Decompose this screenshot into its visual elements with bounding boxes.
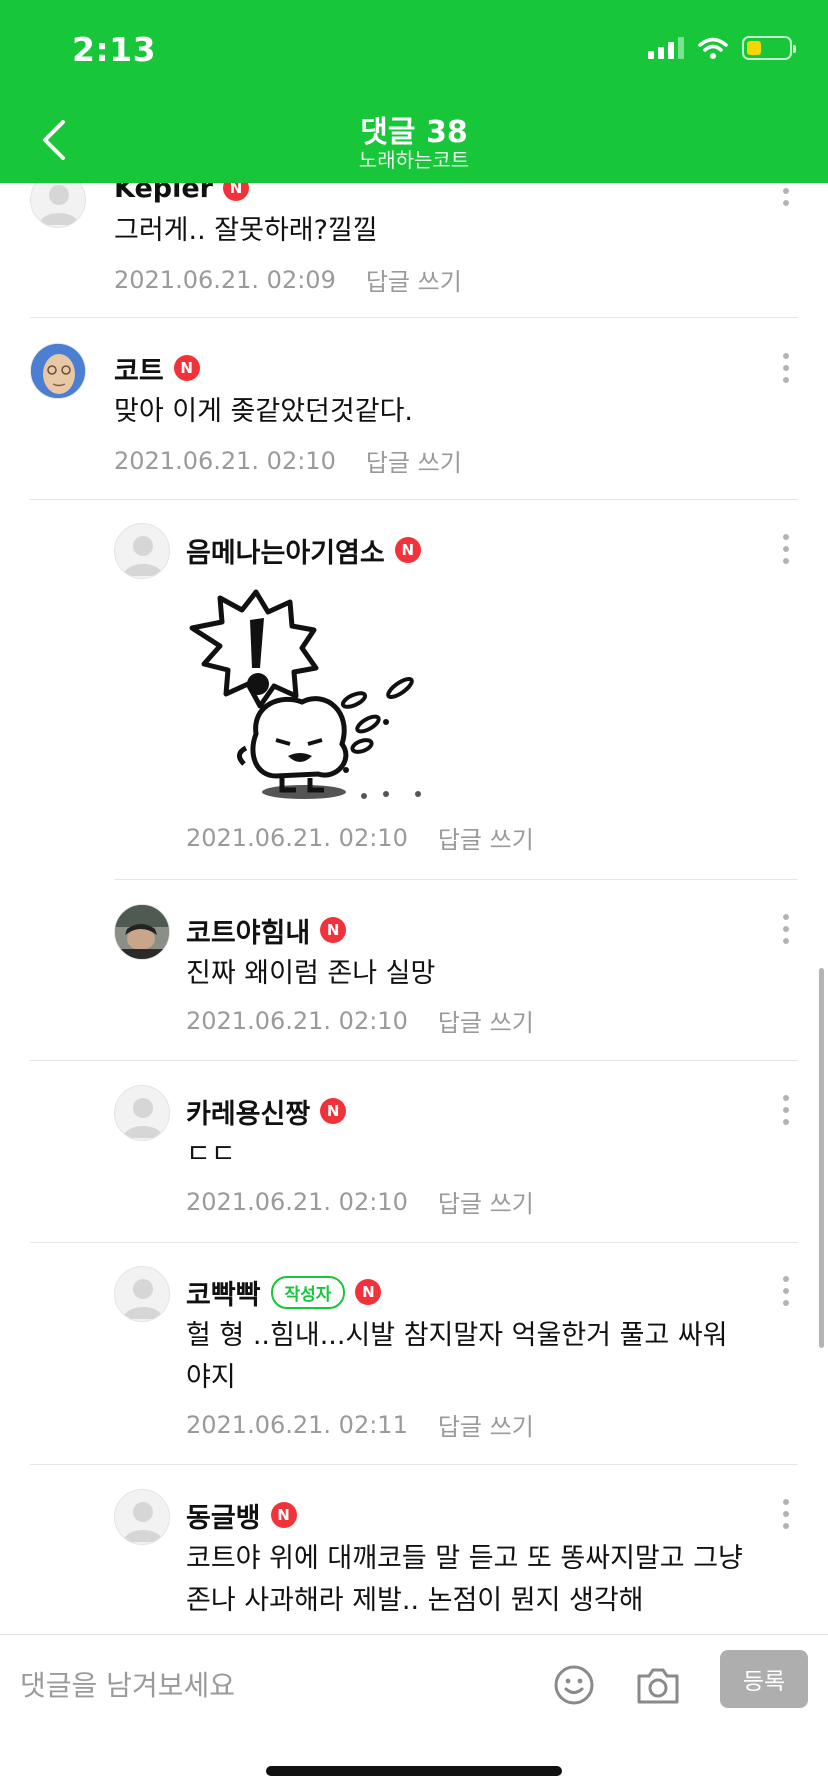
emoji-button[interactable] [546, 1657, 602, 1713]
comment-date: 2021.06.21. 02:10 [186, 1006, 408, 1035]
reply-button[interactable]: 답글 쓰기 [438, 820, 534, 855]
default-avatar-icon [123, 1098, 163, 1138]
writer-badge: 작성자 [270, 1275, 346, 1309]
comment-meta: 2021.06.21. 02:10 답글 쓰기 [186, 1184, 534, 1219]
status-icons [648, 36, 796, 60]
comment-text-line: 야지 [186, 1362, 236, 1393]
comment-date: 2021.06.21. 02:11 [186, 1410, 408, 1439]
comment-meta: 2021.06.21. 02:11 답글 쓰기 [186, 1407, 534, 1442]
avatar[interactable] [114, 1085, 170, 1141]
comment-meta: 2021.06.21. 02:10 답글 쓰기 [186, 820, 534, 855]
naver-badge: N [320, 917, 347, 943]
naver-badge: N [320, 1098, 347, 1124]
status-time: 2:13 [72, 30, 157, 69]
author-name[interactable]: 카레용신짱 [186, 1092, 310, 1131]
avatar[interactable] [114, 1266, 170, 1322]
sticker-image[interactable] [186, 584, 446, 806]
camera-icon [637, 1668, 679, 1704]
default-avatar-icon [123, 1279, 163, 1319]
reply-button[interactable]: 답글 쓰기 [366, 443, 462, 478]
divider [114, 879, 798, 880]
camera-button[interactable] [630, 1657, 686, 1713]
comment-text: 그러게.. 잘못하래?낄낄 [114, 215, 378, 246]
comment-input[interactable] [20, 1659, 520, 1711]
avatar[interactable] [114, 904, 170, 960]
comment-list[interactable]: Kepler N 그러게.. 잘못하래?낄낄 2021.06.21. 02:09… [0, 0, 828, 1634]
more-icon[interactable] [778, 1091, 794, 1129]
reply-button[interactable]: 답글 쓰기 [438, 1407, 534, 1442]
more-icon[interactable] [778, 1495, 794, 1533]
reply-button[interactable]: 답글 쓰기 [438, 1184, 534, 1219]
wifi-icon [698, 37, 728, 59]
naver-badge: N [173, 355, 200, 381]
profile-photo-icon [31, 344, 85, 398]
reply-button[interactable]: 답글 쓰기 [438, 1003, 534, 1038]
author-name[interactable]: 동글뱅 [186, 1496, 261, 1535]
author-row: 코빡빡 작성자 N [186, 1273, 382, 1312]
page-subtitle: 노래하는코트 [358, 148, 470, 172]
default-avatar-icon [123, 536, 163, 576]
profile-photo-icon [115, 905, 169, 959]
naver-badge: N [355, 1279, 382, 1305]
divider [30, 1060, 798, 1061]
top-header: 2:13 댓글 38 노래하는코트 [0, 0, 828, 183]
divider [30, 1464, 798, 1465]
more-icon[interactable] [778, 1272, 794, 1310]
author-name[interactable]: 코트야힘내 [186, 911, 310, 950]
comment-text-line: 헐 형 ..힘내...시발 참지말자 억울한거 풀고 싸워 [186, 1320, 728, 1351]
comment-date: 2021.06.21. 02:10 [186, 823, 408, 852]
comment-meta: 2021.06.21. 02:10 답글 쓰기 [114, 443, 462, 478]
naver-badge: N [270, 1502, 297, 1528]
author-name[interactable]: 코빡빡 [186, 1273, 261, 1312]
avatar[interactable] [114, 523, 170, 579]
more-icon[interactable] [778, 349, 794, 387]
comment-text-line: 존나 사과해라 제발.. 논점이 뭔지 생각해 [186, 1585, 644, 1616]
author-row: 코트 N [114, 349, 200, 388]
divider [30, 499, 798, 500]
comment-text: 진짜 왜이럼 존나 실망 [186, 958, 436, 989]
default-avatar-icon [123, 1502, 163, 1542]
author-row: 코트야힘내 N [186, 911, 347, 950]
home-indicator[interactable] [266, 1766, 562, 1776]
more-icon[interactable] [778, 910, 794, 948]
avatar[interactable] [114, 1489, 170, 1545]
author-row: 음메나는아기염소 N [186, 531, 421, 570]
comment-date: 2021.06.21. 02:10 [186, 1187, 408, 1216]
author-row: 동글뱅 N [186, 1496, 297, 1535]
divider [30, 317, 798, 318]
signal-icon [648, 37, 684, 59]
comment-date: 2021.06.21. 02:10 [114, 446, 336, 475]
comment-date: 2021.06.21. 02:09 [114, 265, 336, 294]
divider [30, 1242, 798, 1243]
emoji-icon [554, 1665, 594, 1705]
scrollbar[interactable] [819, 968, 824, 1348]
submit-button[interactable]: 등록 [720, 1650, 808, 1708]
author-name[interactable]: 음메나는아기염소 [186, 531, 385, 570]
reply-button[interactable]: 답글 쓰기 [366, 262, 462, 297]
comment-text-line: 코트야 위에 대깨코들 말 듣고 또 똥싸지말고 그냥 [186, 1543, 743, 1574]
more-icon[interactable] [778, 530, 794, 568]
avatar[interactable] [30, 343, 86, 399]
author-name[interactable]: 코트 [114, 349, 164, 388]
author-row: 카레용신짱 N [186, 1092, 347, 1131]
comment-text: 맞아 이게 좆같았던것같다. [114, 396, 413, 427]
naver-badge: N [394, 537, 421, 563]
comment-meta: 2021.06.21. 02:10 답글 쓰기 [186, 1003, 534, 1038]
comment-meta: 2021.06.21. 02:09 답글 쓰기 [114, 262, 462, 297]
comment-text: ㄷㄷ [186, 1139, 236, 1170]
battery-icon [742, 36, 796, 60]
